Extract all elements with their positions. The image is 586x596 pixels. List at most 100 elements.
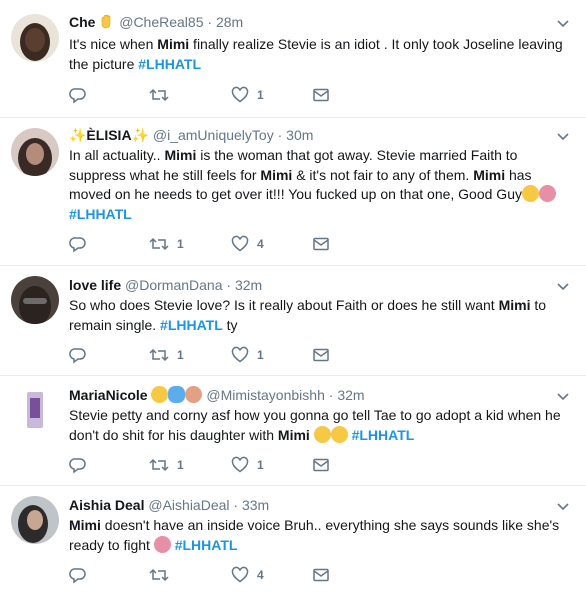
tweet[interactable]: MariaNicole @Mimistayonbishh · 32m Stevi… (0, 376, 586, 486)
heart-eyes-emoji (151, 386, 169, 403)
avatar[interactable] (11, 14, 59, 62)
retweet-button[interactable] (149, 85, 177, 105)
avatar[interactable] (11, 496, 59, 544)
reply-icon (69, 568, 86, 584)
highlighted-term: Mimi (69, 517, 101, 533)
chevron-down-icon[interactable] (556, 389, 570, 403)
avatar[interactable] (11, 386, 59, 434)
display-name[interactable]: ✨ÈLISIA✨ (69, 127, 149, 143)
retweet-icon (149, 568, 169, 582)
highlighted-term: Mimi (260, 166, 293, 183)
direct-message-button[interactable] (312, 234, 330, 254)
text-fragment: In all actuality.. (69, 147, 165, 163)
reply-button[interactable] (69, 345, 95, 365)
heart-icon (231, 566, 249, 583)
user-handle[interactable]: @CheReal85 (119, 14, 203, 30)
envelope-icon (313, 348, 329, 362)
chevron-down-icon[interactable] (556, 499, 570, 513)
like-button[interactable]: 4 (231, 234, 264, 254)
highlighted-term: Mimi (277, 426, 310, 443)
retweet-button[interactable] (149, 565, 177, 585)
hashtag-link[interactable]: #LHHATL (352, 427, 415, 443)
tweet[interactable]: love life @DormanDana · 32m So who does … (0, 266, 586, 376)
like-button[interactable]: 1 (231, 85, 264, 105)
envelope-icon (313, 88, 329, 102)
tweet-text: So who does Stevie love? Is it really ab… (69, 296, 574, 335)
avatar[interactable] (11, 128, 59, 176)
like-button[interactable]: 1 (231, 455, 264, 475)
hashtag-link[interactable]: #LHHATL (138, 56, 201, 72)
reply-icon (69, 348, 86, 364)
chevron-down-icon[interactable] (556, 129, 570, 143)
retweet-button[interactable]: 1 (149, 345, 184, 365)
retweet-button[interactable]: 1 (149, 234, 184, 254)
chevron-down-icon[interactable] (556, 16, 570, 30)
tweet[interactable]: Che @CheReal85 · 28m It's nice when Mimi… (0, 0, 586, 118)
hashtag-link[interactable]: #LHHATL (160, 317, 223, 333)
retweet-count: 1 (177, 458, 184, 472)
tweet-text: Stevie petty and corny asf how you gonna… (69, 406, 574, 445)
text-fragment: ty (222, 316, 238, 333)
tweet-actions: 1 1 (69, 455, 399, 475)
like-count: 4 (257, 568, 264, 582)
retweet-count: 1 (177, 348, 184, 362)
direct-message-button[interactable] (312, 455, 330, 475)
retweet-icon (149, 237, 169, 251)
like-count: 1 (257, 88, 264, 102)
tweet-text: It's nice when Mimi finally realize Stev… (69, 35, 574, 74)
wink-emoji (521, 185, 539, 202)
tweet-feed: Che @CheReal85 · 28m It's nice when Mimi… (0, 0, 586, 596)
tweet-actions: 1 1 (69, 345, 399, 365)
direct-message-button[interactable] (312, 565, 330, 585)
display-name[interactable]: Che (69, 14, 95, 30)
timestamp[interactable]: 30m (286, 127, 313, 143)
person-gesturing-no-emoji (153, 535, 171, 553)
highlighted-term: Mimi (473, 166, 506, 183)
person-emoji (185, 386, 203, 403)
confused-emoji (313, 425, 331, 443)
timestamp[interactable]: 33m (242, 497, 269, 513)
tweet-text: Mimi doesn't have an inside voice Bruh..… (69, 516, 574, 555)
like-button[interactable]: 1 (231, 345, 264, 365)
highlighted-term: Mimi (157, 36, 190, 52)
display-name[interactable]: MariaNicole (69, 387, 148, 403)
reply-button[interactable] (69, 565, 95, 585)
sweat-droplets-emoji (168, 386, 186, 403)
user-handle[interactable]: @i_amUniquelyToy (153, 127, 274, 143)
timestamp[interactable]: 28m (216, 14, 243, 30)
envelope-icon (313, 237, 329, 251)
timestamp[interactable]: 32m (235, 277, 262, 293)
user-handle[interactable]: @DormanDana (125, 277, 222, 293)
tweet[interactable]: ✨ÈLISIA✨ @i_amUniquelyToy · 30m In all a… (0, 118, 586, 266)
retweet-count: 1 (177, 237, 184, 251)
reply-icon (69, 237, 86, 253)
chevron-down-icon[interactable] (556, 279, 570, 293)
user-handle[interactable]: @Mimistayonbishh (206, 387, 324, 403)
reply-button[interactable] (69, 455, 95, 475)
envelope-icon (313, 458, 329, 472)
tweet[interactable]: Aishia Deal @AishiaDeal · 33m Mimi doesn… (0, 486, 586, 596)
display-name[interactable]: love life (69, 277, 121, 293)
text-fragment: It's nice when (69, 36, 158, 52)
like-button[interactable]: 4 (231, 565, 264, 585)
direct-message-button[interactable] (312, 85, 330, 105)
retweet-button[interactable]: 1 (149, 455, 184, 475)
unamused-emoji (330, 425, 348, 443)
like-count: 1 (257, 458, 264, 472)
heart-icon (231, 346, 249, 363)
text-fragment: So who does Stevie love? Is it really ab… (69, 297, 499, 313)
heart-icon (231, 456, 249, 473)
text-fragment: & it's not fair to any of them. (292, 166, 474, 183)
hashtag-link[interactable]: #LHHATL (69, 206, 132, 222)
hashtag-link[interactable]: #LHHATL (175, 537, 238, 553)
direct-message-button[interactable] (312, 345, 330, 365)
display-name[interactable]: Aishia Deal (69, 497, 144, 513)
reply-button[interactable] (69, 234, 95, 254)
highlighted-term: Mimi (164, 147, 197, 163)
user-handle[interactable]: @AishiaDeal (148, 497, 229, 513)
highlighted-term: Mimi (498, 297, 531, 313)
timestamp[interactable]: 32m (337, 387, 364, 403)
tweet-actions: 4 (69, 565, 399, 585)
avatar[interactable] (11, 276, 59, 324)
reply-button[interactable] (69, 85, 95, 105)
